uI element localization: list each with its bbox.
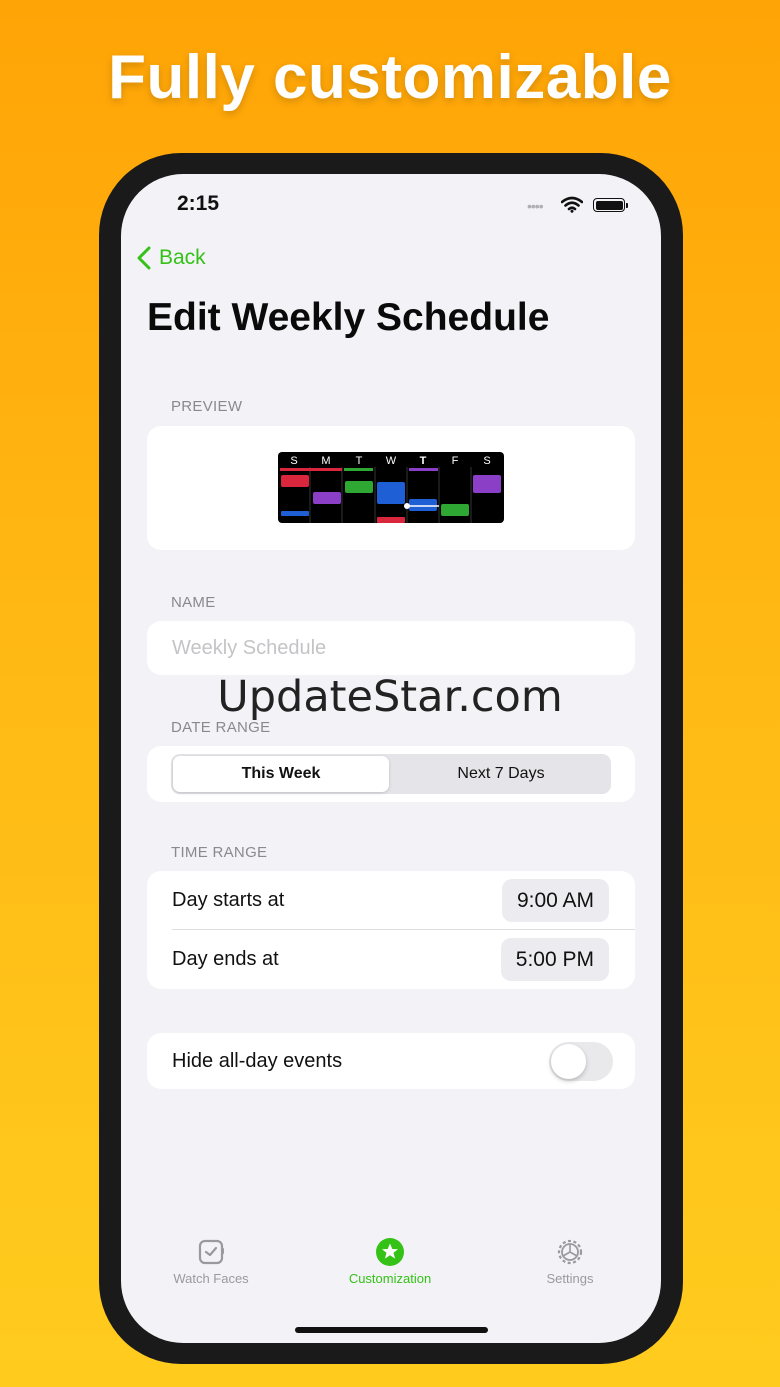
day-start-label: Day starts at bbox=[172, 889, 285, 911]
preview-day-sunday: S bbox=[290, 455, 297, 467]
hide-all-day-card: Hide all-day events bbox=[147, 1033, 635, 1089]
preview-day-tuesday: T bbox=[356, 455, 363, 467]
back-button[interactable]: Back bbox=[137, 246, 206, 270]
tab-bar: Watch Faces Customization Settings bbox=[121, 1237, 661, 1297]
day-end-label: Day ends at bbox=[172, 948, 279, 970]
battery-icon bbox=[593, 198, 628, 212]
watermark: UpdateStar.com bbox=[217, 672, 563, 722]
date-range-card: This Week Next 7 Days bbox=[147, 746, 635, 802]
preview-card: S M T W T F S bbox=[147, 426, 635, 550]
tab-settings-label: Settings bbox=[546, 1271, 594, 1286]
tab-settings[interactable]: Settings bbox=[500, 1237, 640, 1286]
segment-next-7-days[interactable]: Next 7 Days bbox=[393, 756, 609, 792]
preview-day-monday: M bbox=[321, 455, 330, 467]
toggle-knob bbox=[551, 1044, 586, 1079]
tab-customization-label: Customization bbox=[348, 1271, 432, 1286]
preview-section-label: PREVIEW bbox=[171, 398, 243, 415]
headline: Fully customizable bbox=[108, 43, 672, 112]
name-section-label: NAME bbox=[171, 594, 216, 611]
preview-day-wednesday: W bbox=[386, 455, 397, 467]
preview-day-friday: F bbox=[452, 455, 459, 467]
day-start-row: Day starts at 9:00 AM bbox=[147, 871, 635, 930]
page-title: Edit Weekly Schedule bbox=[147, 296, 550, 339]
day-end-time-picker[interactable]: 5:00 PM bbox=[500, 938, 609, 981]
gear-icon bbox=[557, 1239, 583, 1265]
home-indicator bbox=[295, 1327, 488, 1333]
wifi-icon bbox=[561, 196, 583, 213]
status-time: 2:15 bbox=[177, 192, 220, 215]
day-end-row: Day ends at 5:00 PM bbox=[147, 930, 635, 989]
name-card bbox=[147, 621, 635, 675]
phone-frame: 2:15 •••• Back Edit Weekly Schedule PREV… bbox=[99, 153, 683, 1364]
back-label: Back bbox=[159, 246, 206, 269]
signal-dots: •••• bbox=[527, 198, 544, 214]
preview-day-saturday: S bbox=[483, 455, 490, 467]
segment-this-week[interactable]: This Week bbox=[173, 756, 389, 792]
hide-all-day-label: Hide all-day events bbox=[172, 1049, 343, 1072]
time-range-card: Day starts at 9:00 AM Day ends at 5:00 P… bbox=[147, 871, 635, 989]
date-range-segmented-control: This Week Next 7 Days bbox=[171, 754, 611, 794]
hide-all-day-toggle[interactable] bbox=[549, 1042, 613, 1081]
star-circle-icon bbox=[376, 1238, 404, 1266]
time-range-section-label: TIME RANGE bbox=[171, 844, 268, 861]
name-input[interactable] bbox=[172, 621, 635, 675]
tab-watch-faces[interactable]: Watch Faces bbox=[141, 1237, 281, 1286]
tab-watch-faces-label: Watch Faces bbox=[173, 1271, 249, 1286]
phone-screen: 2:15 •••• Back Edit Weekly Schedule PREV… bbox=[121, 174, 661, 1343]
preview-day-thursday: T bbox=[420, 455, 427, 467]
day-start-time-picker[interactable]: 9:00 AM bbox=[501, 879, 609, 922]
chevron-left-icon bbox=[137, 246, 151, 270]
watch-icon bbox=[198, 1239, 224, 1265]
schedule-preview-image: S M T W T F S bbox=[278, 452, 504, 523]
tab-customization[interactable]: Customization bbox=[320, 1237, 460, 1286]
